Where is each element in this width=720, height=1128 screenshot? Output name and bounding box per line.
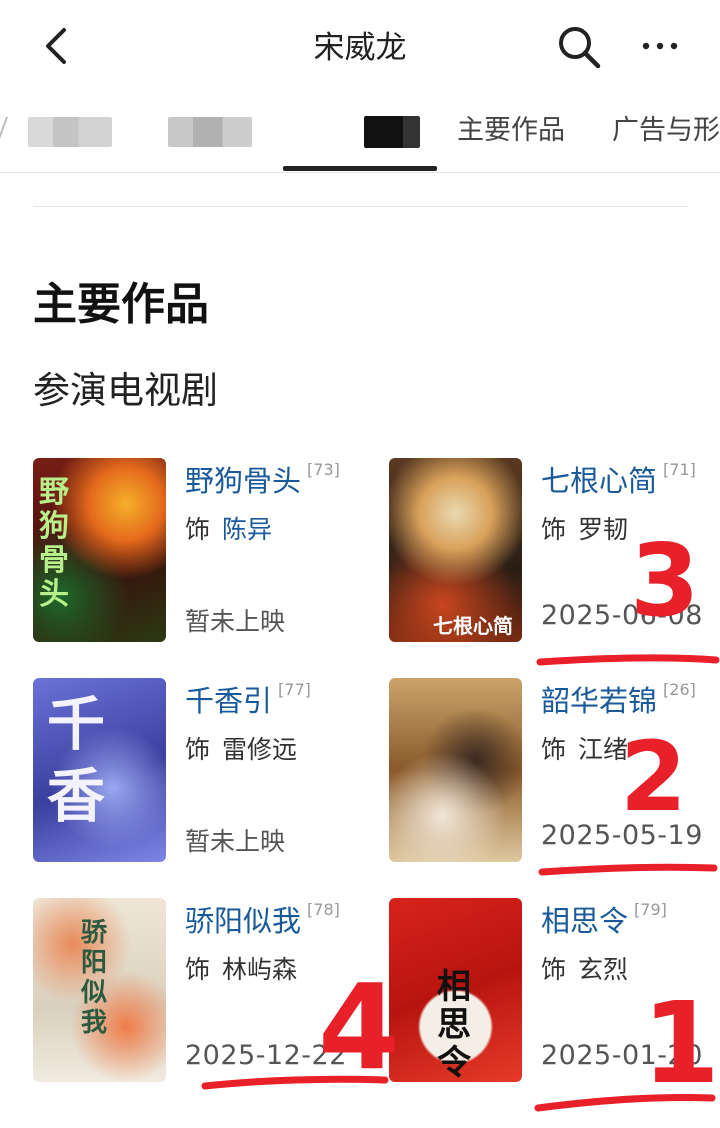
work-role: 饰江绪 [541, 735, 629, 764]
poster-image[interactable]: 七根心简 [389, 458, 522, 642]
tab-main-works[interactable]: 主要作品 [457, 100, 565, 162]
work-card[interactable]: 骄阳似我 骄阳似我 [78] 饰林屿森 2025-12-22 [33, 898, 363, 1088]
work-title[interactable]: 相思令 [79] [541, 898, 667, 940]
work-card[interactable]: 千香 千香引 [77] 饰雷修远 暂未上映 [33, 678, 363, 868]
work-score: [77] [278, 680, 311, 699]
tabs-divider [0, 172, 720, 173]
poster-title-art: 千香 [47, 690, 106, 830]
release-date: 2025-01-20 [541, 1040, 703, 1071]
work-score: [26] [663, 680, 696, 699]
release-status: 暂未上映 [185, 607, 286, 636]
more-horizontal-icon[interactable] [640, 28, 680, 64]
poster-image[interactable]: 相思令 [389, 898, 522, 1082]
work-card[interactable]: 七根心简 七根心简 [71] 饰罗韧 2025-06-08 [389, 458, 719, 648]
tab-blurred-2[interactable] [168, 100, 252, 162]
poster-image[interactable] [389, 678, 522, 862]
work-card[interactable]: 相思令 相思令 [79] 饰玄烈 2025-01-20 [389, 898, 719, 1088]
work-title[interactable]: 野狗骨头 [73] [185, 458, 340, 500]
search-icon[interactable] [556, 24, 602, 70]
poster-title-art: 相思令 [437, 967, 471, 1082]
work-card[interactable]: 野狗骨头 野狗骨头 [73] 饰陈异 暂未上映 [33, 458, 363, 648]
annotation-underline [536, 654, 720, 666]
tab-partial-left[interactable] [0, 100, 19, 162]
work-role: 饰雷修远 [185, 735, 298, 764]
poster-image[interactable]: 骄阳似我 [33, 898, 166, 1082]
tab-bar: 主要作品 广告与形 [0, 100, 720, 170]
tab-active-redacted[interactable] [364, 100, 420, 162]
release-date: 2025-12-22 [185, 1040, 347, 1071]
poster-image[interactable]: 千香 [33, 678, 166, 862]
work-role: 饰林屿森 [185, 955, 298, 984]
poster-image[interactable]: 野狗骨头 [33, 458, 166, 642]
tab-ads-image[interactable]: 广告与形 [612, 100, 720, 162]
section-title: 主要作品 [33, 279, 209, 330]
section-divider [33, 206, 688, 207]
work-title[interactable]: 千香引 [77] [185, 678, 311, 720]
poster-title-art: 七根心简 [433, 614, 513, 638]
work-score: [79] [634, 900, 667, 919]
annotation-underline [534, 1094, 716, 1112]
work-title[interactable]: 七根心简 [71] [541, 458, 696, 500]
page-title: 宋威龙 [313, 30, 407, 66]
work-title[interactable]: 韶华若锦 [26] [541, 678, 696, 720]
section-subtitle: 参演电视剧 [33, 369, 218, 412]
active-tab-indicator [283, 166, 437, 171]
work-score: [78] [307, 900, 340, 919]
poster-title-art: 骄阳似我 [81, 918, 108, 1038]
role-link[interactable]: 陈异 [222, 515, 272, 544]
poster-title-art: 野狗骨头 [39, 475, 69, 612]
work-role: 饰玄烈 [541, 955, 629, 984]
work-card[interactable]: 韶华若锦 [26] 饰江绪 2025-05-19 [389, 678, 719, 868]
work-role: 饰陈异 [185, 515, 273, 544]
work-score: [73] [307, 460, 340, 479]
tab-blurred-1[interactable] [28, 100, 112, 162]
work-role: 饰罗韧 [541, 515, 629, 544]
work-title[interactable]: 骄阳似我 [78] [185, 898, 340, 940]
release-date: 2025-05-19 [541, 820, 703, 851]
release-status: 暂未上映 [185, 827, 286, 856]
release-date: 2025-06-08 [541, 600, 703, 631]
work-score: [71] [663, 460, 696, 479]
